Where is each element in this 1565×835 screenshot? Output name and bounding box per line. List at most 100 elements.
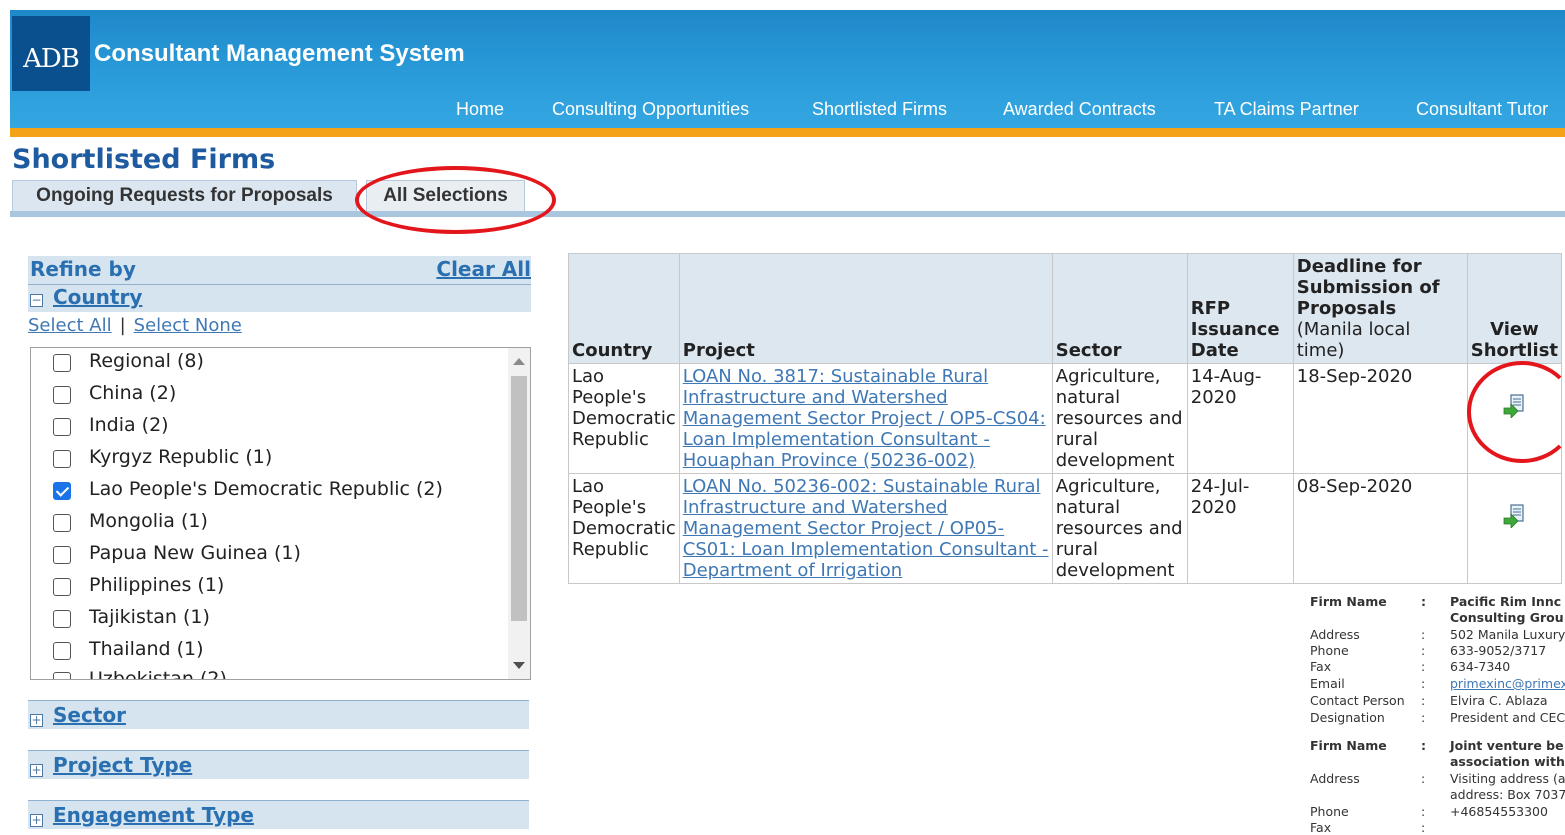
facet-sector-label[interactable]: Sector	[53, 703, 126, 727]
country-list-scrollbar[interactable]	[508, 348, 530, 679]
country-label: Papua New Guinea (1)	[89, 542, 301, 564]
nav-ta-claims-partner[interactable]: TA Claims Partner	[1214, 99, 1359, 120]
header-accent-stripe	[10, 128, 1565, 137]
nav-home[interactable]: Home	[456, 99, 504, 120]
colon: :	[1421, 738, 1426, 753]
cell-sector: Agriculture, natural resources and rural…	[1051, 473, 1188, 584]
country-label: Tajikistan (1)	[89, 606, 210, 628]
address-value-cont: address: Box 7037	[1450, 787, 1565, 802]
scroll-up-arrow-icon[interactable]	[513, 358, 525, 365]
facet-sector: + Sector	[28, 700, 529, 729]
refine-by-title: Refine by	[30, 257, 136, 281]
checkbox-tajikistan[interactable]	[53, 610, 71, 628]
designation-value: President and CEC	[1450, 710, 1565, 725]
country-label: India (2)	[89, 414, 169, 436]
clear-all-link[interactable]: Clear All	[436, 257, 531, 281]
email-link[interactable]: primexinc@primex	[1450, 676, 1565, 691]
colon: :	[1421, 771, 1426, 786]
checkbox-mongolia[interactable]	[53, 514, 71, 532]
checkbox-china[interactable]	[53, 386, 71, 404]
cell-sector: Agriculture, natural resources and rural…	[1051, 363, 1188, 474]
deadline-header-note: (Manila local time)	[1296, 319, 1411, 361]
select-all-link[interactable]: Select All	[28, 315, 112, 336]
country-label: Thailand (1)	[89, 638, 204, 660]
colon: :	[1421, 820, 1426, 835]
main-nav: Home Consulting Opportunities Shortliste…	[0, 99, 1555, 121]
colon: :	[1421, 804, 1426, 819]
colon: :	[1421, 594, 1426, 609]
checkbox-lao-pdr[interactable]	[53, 482, 71, 500]
firm-name-value: Joint venture be	[1450, 738, 1564, 753]
cell-view-shortlist	[1466, 363, 1563, 474]
cell-deadline: 08-Sep-2020	[1292, 473, 1468, 584]
project-link[interactable]: LOAN No. 50236-002: Sustainable Rural In…	[683, 476, 1049, 581]
checkbox-regional[interactable]	[53, 354, 71, 372]
nav-consultant-tutor[interactable]: Consultant Tutor	[1416, 99, 1548, 120]
table-row: Lao People's Democratic Republic LOAN No…	[568, 473, 1563, 584]
col-project: Project	[678, 253, 1053, 364]
expand-icon[interactable]: +	[30, 764, 43, 777]
facet-project-type-label[interactable]: Project Type	[53, 753, 192, 777]
country-label: Regional (8)	[89, 350, 204, 372]
col-rfp-date: RFP Issuance Date	[1186, 253, 1294, 364]
nav-consulting-opportunities[interactable]: Consulting Opportunities	[552, 99, 749, 120]
project-link[interactable]: LOAN No. 3817: Sustainable Rural Infrast…	[683, 366, 1046, 471]
designation-label: Designation	[1310, 710, 1385, 725]
country-label: Philippines (1)	[89, 574, 225, 596]
checkbox-papua-new-guinea[interactable]	[53, 546, 71, 564]
col-deadline: Deadline for Submission of Proposals (Ma…	[1292, 253, 1468, 364]
country-label: Lao People's Democratic Republic (2)	[89, 478, 443, 500]
scroll-down-arrow-icon[interactable]	[513, 662, 525, 669]
cell-country: Lao People's Democratic Republic	[568, 363, 680, 474]
checkbox-india[interactable]	[53, 418, 71, 436]
collapse-icon[interactable]: −	[30, 294, 43, 307]
colon: :	[1421, 710, 1426, 725]
checkbox-thailand[interactable]	[53, 642, 71, 660]
table-row: Lao People's Democratic Republic LOAN No…	[568, 363, 1563, 474]
colon: :	[1421, 693, 1426, 708]
country-label: Kyrgyz Republic (1)	[89, 446, 273, 468]
nav-awarded-contracts[interactable]: Awarded Contracts	[1003, 99, 1156, 120]
address-value: Visiting address (a	[1450, 771, 1565, 786]
expand-icon[interactable]: +	[30, 714, 43, 727]
col-sector: Sector	[1051, 253, 1188, 364]
address-value: 502 Manila Luxury	[1450, 627, 1565, 642]
firm-name-label: Firm Name	[1310, 738, 1387, 753]
firm-name-value-cont: association with	[1450, 754, 1565, 769]
facet-country-label[interactable]: Country	[53, 285, 142, 309]
fax-value: 634-7340	[1450, 659, 1511, 674]
expand-icon[interactable]: +	[30, 814, 43, 827]
cell-country: Lao People's Democratic Republic	[568, 473, 680, 584]
cell-view-shortlist	[1466, 473, 1563, 584]
adb-logo[interactable]: ADB	[12, 16, 90, 91]
app-title: Consultant Management System	[94, 40, 465, 67]
view-shortlist-icon[interactable]	[1503, 394, 1525, 419]
phone-label: Phone	[1310, 804, 1349, 819]
firm-name-value-cont: Consulting Grou	[1450, 610, 1564, 625]
fax-label: Fax	[1310, 659, 1332, 674]
cell-rfp-date: 24-Jul-2020	[1186, 473, 1294, 584]
cell-project: LOAN No. 50236-002: Sustainable Rural In…	[678, 473, 1053, 584]
cell-project: LOAN No. 3817: Sustainable Rural Infrast…	[678, 363, 1053, 474]
address-label: Address	[1310, 627, 1360, 642]
view-shortlist-icon[interactable]	[1503, 504, 1525, 529]
facet-engagement-type-label[interactable]: Engagement Type	[53, 803, 254, 827]
colon: :	[1421, 676, 1426, 691]
col-country: Country	[568, 253, 680, 364]
results-table: Country Project Sector RFP Issuance Date…	[568, 253, 1563, 584]
tab-all-selections[interactable]: All Selections	[366, 180, 525, 211]
nav-shortlisted-firms[interactable]: Shortlisted Firms	[812, 99, 947, 120]
scroll-thumb[interactable]	[511, 376, 527, 621]
checkbox-kyrgyz-republic[interactable]	[53, 450, 71, 468]
fax-label: Fax	[1310, 820, 1332, 835]
email-label: Email	[1310, 676, 1345, 691]
country-label: Mongolia (1)	[89, 510, 208, 532]
country-list[interactable]: Regional (8) China (2) India (2) Kyrgyz …	[30, 347, 531, 680]
checkbox-uzbekistan[interactable]	[53, 672, 71, 679]
checkbox-philippines[interactable]	[53, 578, 71, 596]
select-links: Select All | Select None	[28, 315, 242, 336]
cell-rfp-date: 14-Aug-2020	[1186, 363, 1294, 474]
contact-label: Contact Person	[1310, 693, 1405, 708]
select-none-link[interactable]: Select None	[134, 315, 242, 336]
tab-ongoing-rfps[interactable]: Ongoing Requests for Proposals	[12, 180, 357, 211]
